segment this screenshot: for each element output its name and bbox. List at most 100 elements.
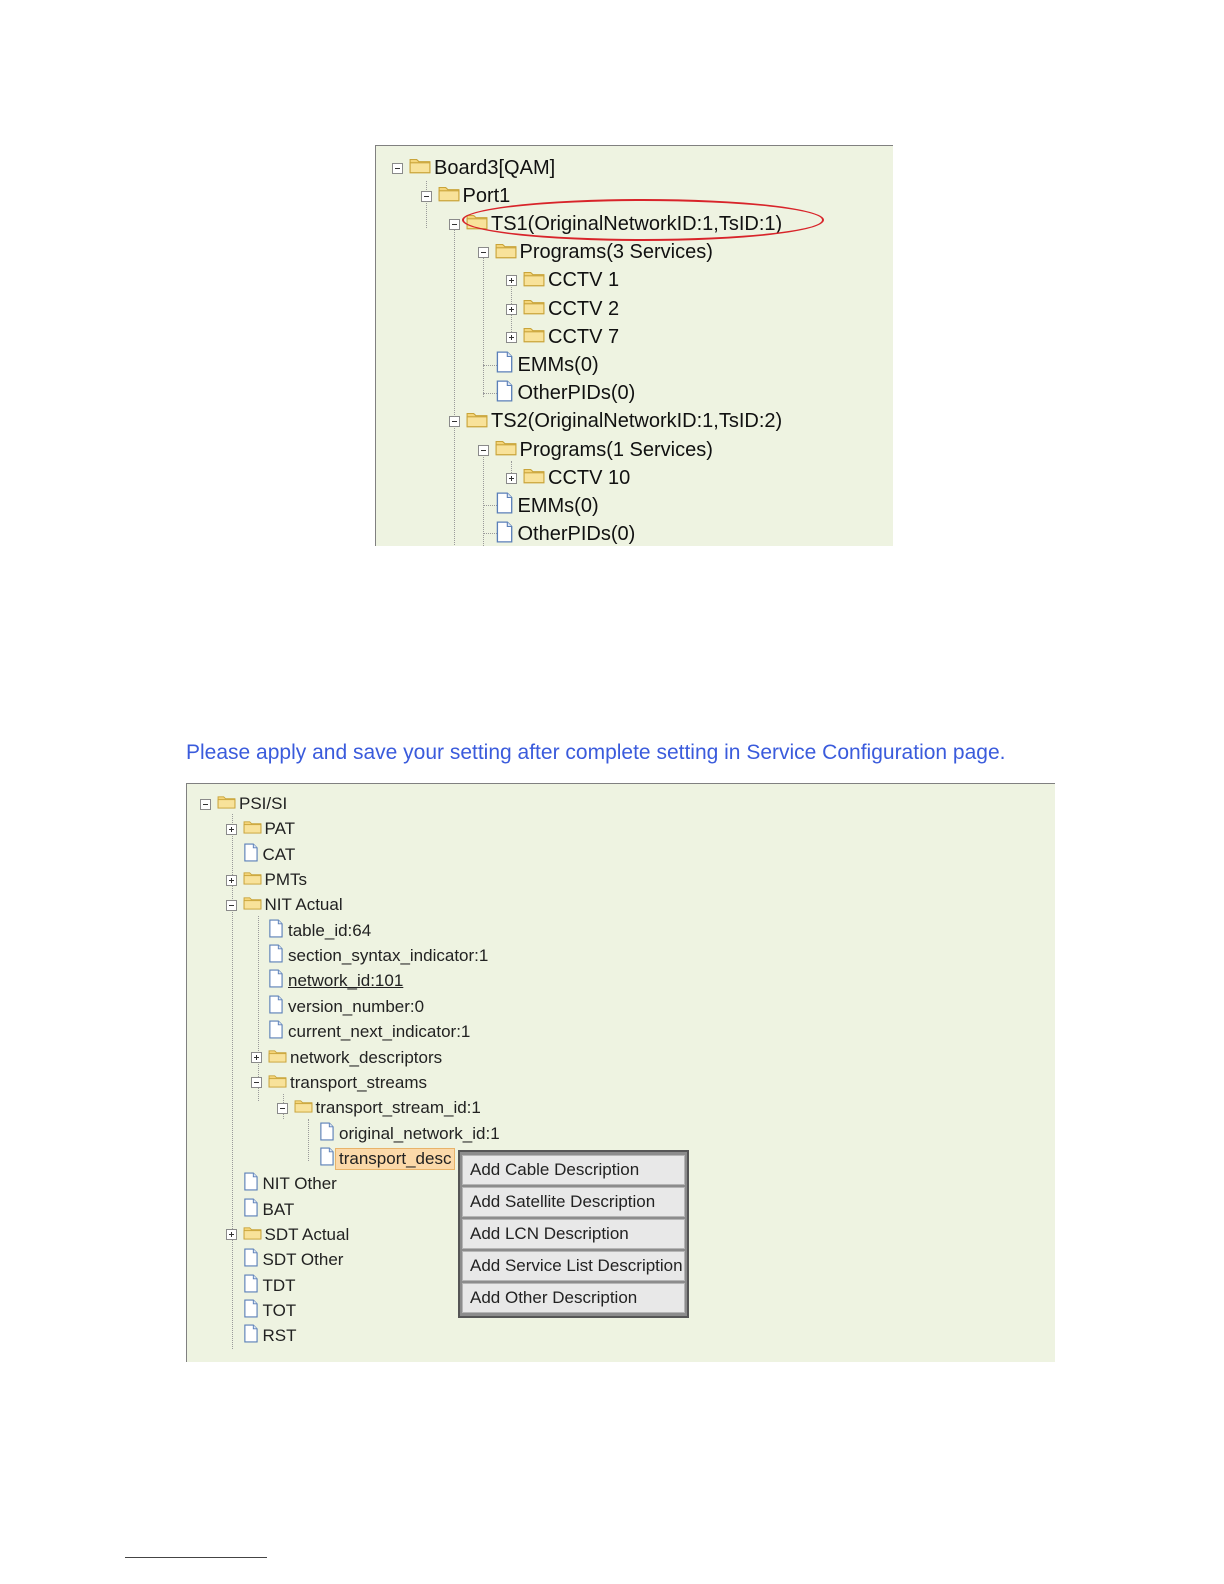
tree-node-psi-si[interactable]: PSI/SI	[200, 791, 287, 817]
document-icon	[243, 1248, 258, 1272]
tree-node-otherpids-0[interactable]: OtherPIDs(0)	[478, 380, 635, 407]
tree-node-network-descriptors[interactable]: network_descriptors	[251, 1045, 442, 1071]
tree-node-label: CCTV 1	[548, 269, 620, 292]
document-icon	[319, 1122, 334, 1146]
tree-node-sdt-other[interactable]: SDT Other	[226, 1247, 344, 1273]
tree-node-transport-stream-id-1[interactable]: transport_stream_id:1	[276, 1095, 481, 1121]
tree-node-nit-other[interactable]: NIT Other	[226, 1171, 337, 1197]
document-icon	[268, 919, 283, 943]
tree-node-original-network-id-1[interactable]: original_network_id:1	[302, 1121, 500, 1147]
tree-node-label: EMMs(0)	[517, 494, 599, 517]
folder-icon	[523, 466, 545, 490]
tree-connector	[454, 229, 455, 546]
collapse-icon[interactable]	[251, 1077, 262, 1089]
tree-node-cat[interactable]: CAT	[226, 842, 296, 868]
tree-node-bat[interactable]: BAT	[226, 1197, 294, 1223]
document-icon	[495, 492, 513, 520]
tree-node-ts2-originalnetworkid-1-tsid-2[interactable]: TS2(OriginalNetworkID:1,TsID:2)	[449, 409, 782, 435]
tree-node-section-syntax-indicator-1[interactable]: section_syntax_indicator:1	[251, 943, 488, 969]
collapse-icon[interactable]	[477, 444, 489, 456]
tree-node-label: CCTV 10	[548, 466, 631, 489]
collapse-icon[interactable]	[392, 162, 403, 174]
tree-node-label: transport_streams	[290, 1072, 427, 1092]
tree-node-cctv-7[interactable]: CCTV 7	[506, 324, 619, 350]
folder-icon	[243, 895, 262, 915]
document-icon	[319, 1147, 334, 1171]
tree-node-tot[interactable]: TOT	[226, 1298, 296, 1324]
tree-node-label: RST	[262, 1326, 297, 1346]
collapse-icon[interactable]	[200, 798, 211, 810]
document-icon	[268, 1020, 283, 1044]
document-icon	[268, 944, 283, 968]
expand-icon[interactable]	[225, 874, 237, 886]
expand-icon[interactable]	[251, 1052, 262, 1063]
tree-node-label: Board3[QAM]	[434, 156, 556, 179]
collapse-icon[interactable]	[449, 416, 460, 428]
tree-node-label: network_descriptors	[290, 1047, 443, 1067]
tree-node-cctv-2[interactable]: CCTV 2	[506, 296, 619, 322]
tree-node-programs-3-services[interactable]: Programs(3 Services)	[477, 240, 713, 266]
tree-node-label: original_network_id:1	[339, 1123, 500, 1143]
tree-node-rst[interactable]: RST	[226, 1323, 297, 1349]
tree-node-transport-desc[interactable]: transport_desc	[302, 1146, 456, 1172]
tree-node-label: version_number:0	[288, 996, 425, 1016]
document-icon	[243, 1172, 258, 1196]
tree-node-label: CAT	[262, 844, 296, 864]
expand-icon[interactable]	[506, 472, 517, 484]
expand-icon[interactable]	[225, 1229, 237, 1241]
expand-icon[interactable]	[506, 331, 517, 343]
tree-node-label: CCTV 7	[548, 325, 620, 348]
menu-item-add-satellite-description[interactable]: Add Satellite Description	[462, 1187, 685, 1217]
folder-icon	[268, 1048, 287, 1068]
menu-item-add-lcn-description[interactable]: Add LCN Description	[462, 1219, 685, 1249]
tree-node-label: NIT Other	[262, 1174, 337, 1194]
tree-node-table-id-64[interactable]: table_id:64	[251, 918, 371, 944]
tree-node-emms-0[interactable]: EMMs(0)	[478, 492, 599, 520]
folder-icon	[243, 819, 262, 839]
tree-node-version-number-0[interactable]: version_number:0	[251, 994, 424, 1020]
collapse-icon[interactable]	[477, 247, 489, 259]
tree-node-label: EMMs(0)	[517, 353, 599, 376]
tree-node-tdt[interactable]: TDT	[226, 1273, 296, 1299]
tree-node-label: OtherPIDs(0)	[517, 523, 636, 546]
folder-icon	[495, 241, 517, 265]
folder-icon	[495, 438, 517, 462]
folder-icon	[217, 794, 236, 814]
document-icon	[243, 1274, 258, 1298]
menu-item-add-cable-description[interactable]: Add Cable Description	[462, 1155, 685, 1185]
expand-icon[interactable]	[225, 823, 237, 835]
collapse-icon[interactable]	[225, 899, 237, 911]
tree-node-label: PAT	[264, 819, 296, 839]
tree-node-programs-1-services[interactable]: Programs(1 Services)	[477, 437, 713, 463]
tree-node-label: SDT Actual	[264, 1224, 350, 1244]
tree-node-port1[interactable]: Port1	[420, 183, 510, 209]
tree-node-sdt-actual[interactable]: SDT Actual	[225, 1222, 350, 1248]
tree-node-current-next-indicator-1[interactable]: current_next_indicator:1	[251, 1019, 470, 1045]
document-icon	[495, 521, 513, 546]
document-icon	[495, 351, 513, 379]
tree-node-pat[interactable]: PAT	[225, 816, 296, 842]
tree-node-otherpids-0[interactable]: OtherPIDs(0)	[478, 521, 636, 546]
tree-node-label: transport_stream_id:1	[315, 1098, 481, 1118]
tree-node-emms-0[interactable]: EMMs(0)	[478, 351, 599, 379]
tree-node-board3-qam[interactable]: Board3[QAM]	[392, 155, 555, 181]
tree-node-label: SDT Other	[262, 1250, 344, 1270]
tree-node-cctv-10[interactable]: CCTV 10	[506, 465, 630, 491]
footnote-rule	[125, 1557, 267, 1558]
collapse-icon[interactable]	[276, 1102, 288, 1114]
menu-item-add-other-description[interactable]: Add Other Description	[462, 1283, 685, 1313]
folder-icon	[294, 1098, 313, 1118]
tree-node-network-id-101[interactable]: network_id:101	[251, 968, 403, 994]
menu-item-add-service-list-description[interactable]: Add Service List Description	[462, 1251, 685, 1281]
tree-node-cctv-1[interactable]: CCTV 1	[506, 268, 619, 294]
tree-node-label: TDT	[262, 1275, 296, 1295]
tree-node-pmts[interactable]: PMTs	[225, 867, 307, 893]
collapse-icon[interactable]	[449, 218, 460, 230]
tree-node-transport-streams[interactable]: transport_streams	[251, 1070, 427, 1096]
expand-icon[interactable]	[506, 275, 517, 287]
tree-node-label: network_id:101	[288, 971, 404, 991]
tree-node-nit-actual[interactable]: NIT Actual	[225, 892, 343, 918]
expand-icon[interactable]	[506, 303, 517, 315]
folder-icon	[438, 184, 460, 208]
collapse-icon[interactable]	[420, 190, 432, 202]
